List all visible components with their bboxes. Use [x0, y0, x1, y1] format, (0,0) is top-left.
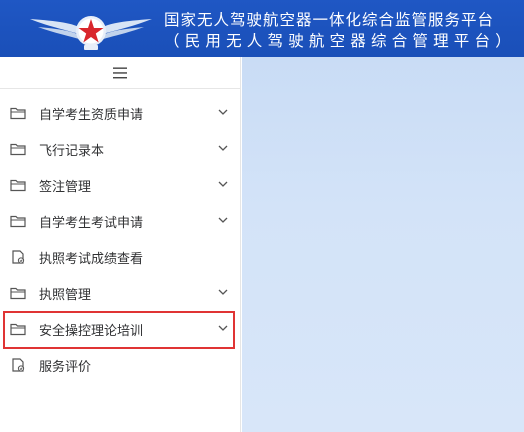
folder-icon: [10, 106, 26, 120]
document-icon: [10, 358, 26, 372]
folder-icon: [10, 286, 26, 300]
sidebar-item-label: 安全操控理论培训: [39, 323, 144, 339]
chevron-down-icon: [218, 216, 228, 224]
sidebar: 自学考生资质申请 飞行记录本 签注管理 自学考生考试申请 执照考试成绩查看 执照…: [0, 57, 241, 432]
sidebar-item-endorsement-management[interactable]: 签注管理: [0, 167, 240, 203]
header-title: 国家无人驾驶航空器一体化综合监管服务平台: [164, 11, 495, 29]
chevron-down-icon: [218, 144, 228, 152]
sidebar-item-label: 签注管理: [39, 179, 92, 195]
folder-icon: [10, 322, 26, 336]
sidebar-item-label: 服务评价: [39, 359, 92, 375]
sidebar-item-self-study-qualification[interactable]: 自学考生资质申请: [0, 95, 240, 131]
chevron-down-icon: [218, 288, 228, 296]
sidebar-item-label: 执照考试成绩查看: [39, 251, 144, 267]
chevron-down-icon: [218, 180, 228, 188]
document-icon: [10, 250, 26, 264]
sidebar-item-service-evaluation[interactable]: 服务评价: [0, 347, 240, 383]
folder-icon: [10, 178, 26, 192]
chevron-down-icon: [218, 108, 228, 116]
sidebar-toggle-button[interactable]: [0, 57, 240, 89]
sidebar-item-license-management[interactable]: 执照管理: [0, 275, 240, 311]
header-subtitle: （民用无人驾驶航空器综合管理平台）: [164, 32, 516, 50]
folder-icon: [10, 142, 26, 156]
sidebar-menu: 自学考生资质申请 飞行记录本 签注管理 自学考生考试申请 执照考试成绩查看 执照…: [0, 95, 240, 383]
sidebar-item-label: 执照管理: [39, 287, 92, 303]
sidebar-item-safety-operation-training[interactable]: 安全操控理论培训: [0, 311, 240, 347]
sidebar-item-license-exam-scores[interactable]: 执照考试成绩查看: [0, 239, 240, 275]
app-header: 国家无人驾驶航空器一体化综合监管服务平台 （民用无人驾驶航空器综合管理平台）: [0, 0, 524, 57]
hamburger-icon: [113, 67, 127, 78]
chevron-down-icon: [218, 324, 228, 332]
logo: [30, 16, 152, 50]
sidebar-item-label: 自学考生资质申请: [39, 107, 144, 123]
sidebar-item-flight-logbook[interactable]: 飞行记录本: [0, 131, 240, 167]
sidebar-item-label: 飞行记录本: [39, 143, 105, 159]
folder-icon: [10, 214, 26, 228]
main-content: [242, 57, 524, 432]
sidebar-item-label: 自学考生考试申请: [39, 215, 144, 231]
sidebar-item-self-study-exam-application[interactable]: 自学考生考试申请: [0, 203, 240, 239]
